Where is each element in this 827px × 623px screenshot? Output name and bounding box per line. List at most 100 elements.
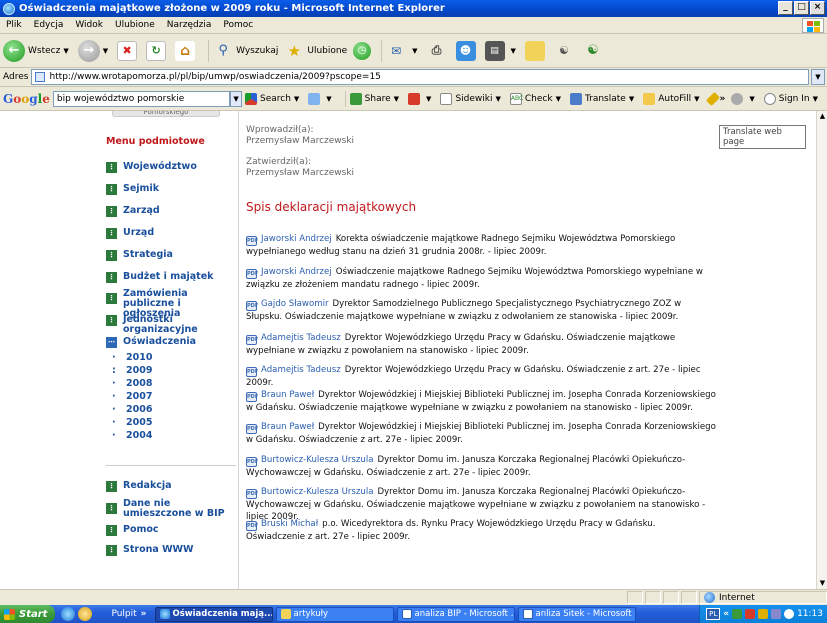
google-search-button[interactable]: Search ▼ (244, 92, 302, 105)
quicklaunch-media-icon[interactable] (78, 607, 93, 621)
sidebar-item-budzet[interactable]: ⋮ Budżet i majątek (106, 272, 236, 283)
google-options-button[interactable]: » (705, 91, 725, 106)
tray-messenger-icon[interactable] (784, 609, 795, 619)
pdf-icon[interactable]: PDF (246, 457, 258, 467)
chevron-down-icon: ▼ (63, 46, 69, 55)
sidebar-item-wojewodztwo[interactable]: ⋮ Województwo (106, 162, 236, 173)
declaration-person-link[interactable]: Jaworski Andrzej (261, 234, 332, 244)
address-dropdown-button[interactable]: ▼ (811, 69, 825, 85)
google-search-input[interactable]: bip województwo pomorskie (52, 90, 231, 107)
sidebar-year-2010[interactable]: · 2010 (112, 352, 152, 363)
search-button[interactable]: ⚲ Wyszukaj (213, 41, 278, 61)
chevron-down-icon: ▼ (326, 94, 332, 103)
menu-edit[interactable]: Edycja (28, 20, 70, 30)
refresh-button[interactable]: ↻ (146, 40, 169, 61)
pdf-icon[interactable]: PDF (246, 367, 258, 377)
messenger-button[interactable]: ☻ (455, 40, 479, 61)
folder-button[interactable] (524, 40, 548, 61)
print-button[interactable]: ⎙ (427, 41, 450, 61)
start-button[interactable]: Start (0, 605, 56, 623)
sidebar-item-strategia[interactable]: ⋮ Strategia (106, 250, 236, 261)
declaration-person-link[interactable]: Gajdo Sławomir (261, 299, 329, 309)
task-button[interactable]: anliza Sitek - Microsoft ... (517, 606, 636, 622)
sidebar-item-sejmik[interactable]: ⋮ Sejmik (106, 184, 236, 195)
declaration-person-link[interactable]: Jaworski Andrzej (261, 267, 332, 277)
google-autofill-button[interactable]: AutoFill ▼ (643, 92, 702, 105)
back-button[interactable]: ← Wstecz ▼ (3, 39, 72, 62)
sidebar-item-strona-www[interactable]: ⋮ Strona WWW (106, 545, 236, 556)
sidebar-year-2007[interactable]: · 2007 (112, 391, 152, 402)
google-signin-button[interactable]: Sign In ▼ (763, 92, 821, 105)
google-share-button[interactable]: Share ▼ (349, 92, 402, 105)
declaration-person-link[interactable]: Bruski Michał (261, 519, 318, 529)
menu-view[interactable]: Widok (69, 20, 109, 30)
home-button[interactable]: ⌂ (175, 40, 198, 61)
close-button[interactable]: × (810, 1, 825, 15)
menu-help[interactable]: Pomoc (217, 20, 259, 30)
task-button[interactable]: analiza BIP - Microsoft ... (396, 606, 515, 622)
quicklaunch-ie-icon[interactable] (61, 607, 76, 621)
pdf-icon[interactable]: PDF (246, 392, 258, 402)
google-bookmark-button[interactable]: ▼ (408, 92, 434, 105)
address-input[interactable]: http://www.wrotapomorza.pl/pl/bip/umwp/o… (31, 69, 809, 85)
pdf-icon[interactable]: PDF (246, 269, 258, 279)
declaration-person-link[interactable]: Adamejtis Tadeusz (261, 365, 341, 375)
pdf-icon[interactable]: PDF (246, 521, 258, 531)
minimize-button[interactable]: _ (778, 1, 793, 15)
sidebar-item-oswiadczenia[interactable]: ⋯ Oświadczenia (106, 337, 236, 348)
pdf-icon[interactable]: PDF (246, 489, 258, 499)
tray-network-icon[interactable] (732, 609, 743, 619)
edit-button[interactable]: ▤ ▼ (484, 40, 519, 61)
pdf-icon[interactable]: PDF (246, 236, 258, 246)
sidebar-year-2008[interactable]: · 2008 (112, 378, 152, 389)
stop-button[interactable]: ✖ (117, 40, 140, 61)
task-button[interactable]: Oświadczenia mają... (154, 606, 273, 622)
google-settings-button[interactable]: ▼ (731, 92, 757, 105)
sidebar-item-urzad[interactable]: ⋮ Urząd (106, 228, 236, 239)
messenger-people-button[interactable]: ☯ (583, 41, 606, 61)
sidebar-year-2005[interactable]: · 2005 (112, 417, 152, 428)
sidebar-year-2004[interactable]: · 2004 (112, 430, 152, 441)
sidebar-item-pomoc[interactable]: ⋮ Pomoc (106, 525, 236, 536)
declaration-person-link[interactable]: Adamejtis Tadeusz (261, 333, 341, 343)
sidebar-year-2006[interactable]: · 2006 (112, 404, 152, 415)
vertical-scrollbar[interactable]: ▲ ▼ (816, 111, 827, 589)
sidebar-item-jednostki[interactable]: ⋮ Jednostki organizacyjne (106, 315, 236, 335)
pdf-icon[interactable]: PDF (246, 424, 258, 434)
forward-button[interactable]: → ▼ (77, 39, 111, 62)
history-button[interactable]: ◷ (353, 41, 372, 60)
declaration-person-link[interactable]: Braun Paweł (261, 390, 314, 400)
mail-button[interactable]: ✉ ▼ (386, 41, 420, 61)
pdf-icon[interactable]: PDF (246, 335, 258, 345)
declaration-person-link[interactable]: Braun Paweł (261, 422, 314, 432)
scroll-up-button[interactable]: ▲ (817, 111, 827, 122)
favorites-button[interactable]: ★ Ulubione (284, 41, 348, 61)
language-indicator[interactable]: PL (706, 608, 721, 620)
task-button[interactable]: artykuły (275, 606, 394, 622)
sidebar-year-2009[interactable]: :2009 (112, 365, 152, 376)
tray-expand-icon[interactable]: « (723, 609, 729, 619)
sidebar-item-zarzad[interactable]: ⋮ Zarząd (106, 206, 236, 217)
menu-favorites[interactable]: Ulubione (109, 20, 161, 30)
sidebar-item-dane[interactable]: ⋮ Dane nie umieszczone w BIP (106, 499, 236, 519)
sidebar-top-tab[interactable]: Pomorskiego (112, 111, 220, 117)
tray-volume-icon[interactable] (771, 609, 782, 619)
menu-file[interactable]: Plik (0, 20, 28, 30)
pdf-icon[interactable]: PDF (246, 301, 258, 311)
sidebar-item-redakcja[interactable]: ⋮ Redakcja (106, 481, 236, 492)
menu-tools[interactable]: Narzędzia (161, 20, 218, 30)
maximize-button[interactable]: □ (794, 1, 809, 15)
google-translate-button[interactable]: Translate ▼ (569, 92, 637, 105)
google-search-dropdown[interactable]: ▼ (230, 90, 242, 107)
google-plus-button[interactable]: ▼ (308, 92, 334, 105)
google-sidewiki-button[interactable]: Sidewiki ▼ (440, 92, 503, 105)
declaration-person-link[interactable]: Burtowicz-Kulesza Urszula (261, 455, 373, 465)
google-check-button[interactable]: ABC Check ▼ (509, 92, 564, 105)
desktop-toolbar-label[interactable]: Pulpit (111, 609, 136, 619)
tray-antivirus-icon[interactable] (745, 609, 756, 619)
taskbar-more-chevron-icon[interactable]: » (141, 609, 147, 619)
declaration-person-link[interactable]: Burtowicz-Kulesza Urszula (261, 487, 373, 497)
scroll-down-button[interactable]: ▼ (817, 578, 827, 589)
research-button[interactable]: ☯ (554, 41, 577, 61)
tray-update-icon[interactable] (758, 609, 769, 619)
